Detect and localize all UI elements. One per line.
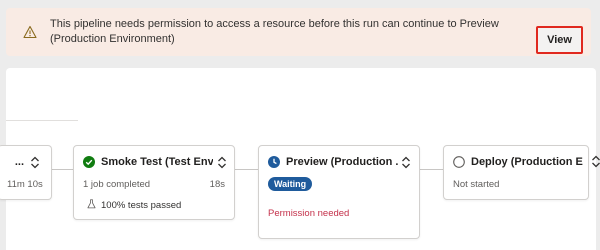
stage-connector (51, 169, 73, 170)
stage-title: Preview (Production ... (286, 156, 398, 168)
view-button[interactable]: View (536, 26, 583, 54)
expand-collapse-icon[interactable] (401, 156, 411, 169)
banner-message: This pipeline needs permission to access… (50, 18, 499, 45)
status-badge: Waiting (268, 177, 313, 191)
permission-needed-text: Permission needed (268, 208, 350, 219)
expand-collapse-icon[interactable] (217, 156, 227, 169)
stage-connector (420, 169, 443, 170)
tab-divider (6, 120, 78, 121)
expand-collapse-icon[interactable] (30, 156, 40, 169)
tests-summary: 100% tests passed (101, 200, 182, 211)
stage-title: ... (14, 156, 24, 168)
stage-state: Not started (453, 179, 500, 190)
jobs-summary: 1 job completed (83, 179, 151, 190)
stage-connector (235, 169, 258, 170)
stage-duration: 11m 10s (7, 179, 43, 190)
expand-collapse-icon[interactable] (591, 155, 600, 168)
warning-icon (23, 25, 37, 39)
stage-card-build[interactable]: ... 11m 10s (0, 145, 52, 200)
flask-icon (87, 199, 96, 209)
permission-banner: This pipeline needs permission to access… (6, 8, 591, 56)
stage-duration: 18s (209, 179, 225, 190)
success-check-icon (83, 156, 95, 168)
stage-title: Deploy (Production E... (471, 156, 583, 168)
stage-card-preview[interactable]: Preview (Production ... Waiting Permissi… (258, 145, 420, 239)
not-started-icon (453, 156, 465, 168)
stage-title: Smoke Test (Test Envi... (101, 156, 213, 168)
waiting-clock-icon (268, 156, 280, 168)
stage-card-smoke-test[interactable]: Smoke Test (Test Envi... 1 job completed… (73, 145, 235, 220)
stage-card-deploy[interactable]: Deploy (Production E... Not started (443, 145, 589, 200)
